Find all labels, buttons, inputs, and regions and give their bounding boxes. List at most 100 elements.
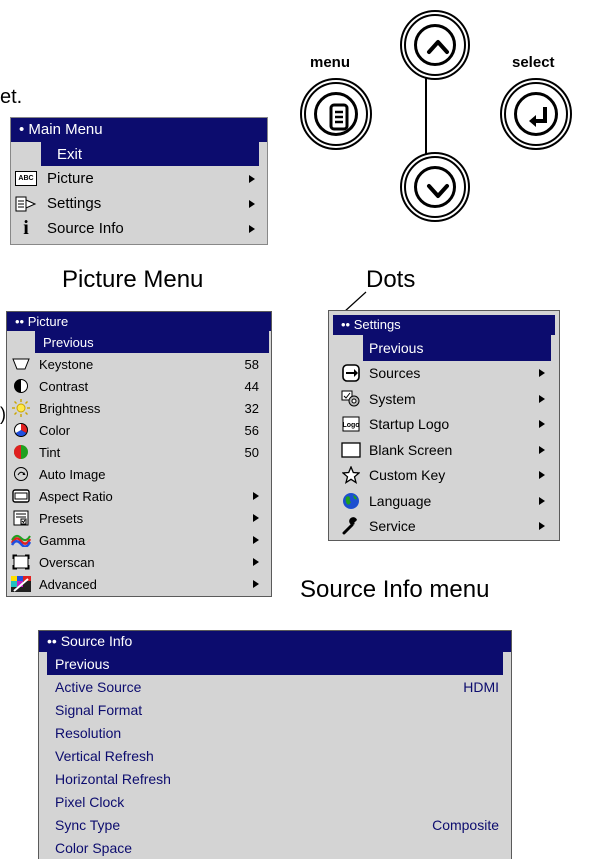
menu-item-value: 50 (244, 444, 259, 460)
up-button[interactable] (400, 10, 470, 80)
menu-item-active-source[interactable]: Active Source HDMI (39, 675, 511, 698)
menu-item-gamma[interactable]: Gamma (7, 529, 271, 551)
menu-item-sources[interactable]: Sources (329, 361, 559, 387)
menu-button[interactable] (300, 78, 372, 150)
menu-item-label: Gamma (39, 532, 86, 548)
up-arrow-icon (414, 24, 456, 66)
down-arrow-icon (414, 166, 456, 208)
source-info-menu: •• Source Info Previous Active Source HDMI… (38, 630, 512, 859)
menu-item-label: Custom Key (369, 467, 446, 484)
keypad: menu select (290, 0, 590, 230)
menu-item-sync-type[interactable]: Sync Type Composite (39, 813, 511, 836)
overscan-icon (11, 554, 31, 570)
menu-item-label: Previous (55, 655, 110, 672)
menu-item-value: HDMI (463, 678, 499, 695)
menu-item-value: 58 (244, 356, 259, 372)
submenu-arrow-icon (249, 174, 255, 183)
menu-item-brightness[interactable]: Brightness 32 (7, 397, 271, 419)
auto-image-icon (11, 466, 31, 482)
brightness-icon (11, 399, 31, 417)
contrast-icon (11, 378, 31, 394)
menu-item-source-info[interactable]: i Source Info (11, 216, 267, 241)
submenu-arrow-icon (249, 224, 255, 233)
menu-item-presets[interactable]: Presets (7, 507, 271, 529)
info-icon: i (23, 217, 29, 239)
menu-item-aspect-ratio[interactable]: Aspect Ratio (7, 485, 271, 507)
menu-item-label: Sync Type (55, 816, 121, 833)
select-button[interactable] (500, 78, 572, 150)
menu-item-label: Tint (39, 444, 61, 460)
menu-item-overscan[interactable]: Overscan (7, 551, 271, 573)
menu-item-picture[interactable]: ABC Picture (11, 166, 267, 191)
menu-item-label: Active Source (55, 678, 142, 695)
menu-item-value: 56 (244, 422, 259, 438)
menu-item-label: Contrast (39, 378, 89, 394)
globe-icon (341, 492, 361, 510)
tint-icon (11, 444, 31, 460)
menu-item-service[interactable]: Service (329, 514, 559, 540)
intro-text-fragment: et. (0, 86, 23, 108)
submenu-arrow-icon (249, 199, 255, 208)
menu-item-value: 44 (244, 378, 259, 394)
menu-item-horizontal-refresh[interactable]: Horizontal Refresh (39, 767, 511, 790)
menu-item-system[interactable]: System (329, 386, 559, 412)
menu-item-color-space[interactable]: Color Space (39, 836, 511, 859)
aspect-ratio-icon (11, 489, 31, 503)
menu-item-color[interactable]: Color 56 (7, 419, 271, 441)
menu-item-vertical-refresh[interactable]: Vertical Refresh (39, 744, 511, 767)
sources-icon (341, 364, 361, 383)
submenu-arrow-icon (539, 394, 545, 403)
logo-icon: Logo (341, 416, 361, 432)
menu-item-label: Previous (369, 339, 424, 356)
menu-item-previous[interactable]: Previous (35, 331, 269, 353)
menu-item-custom-key[interactable]: Custom Key (329, 463, 559, 489)
select-label: select (512, 54, 555, 71)
blank-screen-icon (341, 442, 361, 458)
menu-item-label: Presets (39, 510, 84, 526)
menu-item-tint[interactable]: Tint 50 (7, 441, 271, 463)
menu-item-label: Aspect Ratio (39, 488, 113, 504)
submenu-arrow-icon (253, 514, 259, 522)
submenu-arrow-icon (539, 522, 545, 531)
menu-item-settings[interactable]: Settings (11, 191, 267, 216)
menu-item-pixel-clock[interactable]: Pixel Clock (39, 790, 511, 813)
menu-item-label: Color (39, 422, 71, 438)
menu-item-signal-format[interactable]: Signal Format (39, 698, 511, 721)
menu-item-label: Service (369, 518, 416, 535)
menu-item-label: Picture (47, 170, 94, 187)
submenu-arrow-icon (253, 536, 259, 544)
menu-item-auto-image[interactable]: Auto Image (7, 463, 271, 485)
menu-item-language[interactable]: Language (329, 488, 559, 514)
menu-item-label: Advanced (39, 576, 97, 592)
menu-item-contrast[interactable]: Contrast 44 (7, 375, 271, 397)
submenu-arrow-icon (253, 492, 259, 500)
menu-item-advanced[interactable]: Advanced (7, 573, 271, 595)
star-icon (341, 466, 361, 485)
menu-item-label: Startup Logo (369, 416, 450, 433)
main-menu: • Main Menu Exit ABC Picture Settings i … (10, 117, 268, 245)
menu-item-resolution[interactable]: Resolution (39, 721, 511, 744)
menu-item-previous[interactable]: Previous (363, 335, 551, 361)
submenu-arrow-icon (253, 580, 259, 588)
menu-item-keystone[interactable]: Keystone 58 (7, 353, 271, 375)
menu-item-blank-screen[interactable]: Blank Screen (329, 437, 559, 463)
main-menu-title: • Main Menu (11, 118, 267, 142)
settings-menu: •• Settings Previous Sources System Logo Sta… (328, 310, 560, 541)
menu-item-label: Auto Image (39, 466, 106, 482)
menu-item-label: Blank Screen (369, 441, 453, 458)
wrench-icon (341, 517, 361, 535)
submenu-arrow-icon (539, 369, 545, 378)
menu-item-label: Previous (43, 334, 94, 350)
menu-item-label: Sources (369, 365, 421, 382)
color-icon (11, 422, 31, 438)
menu-item-label: Pixel Clock (55, 793, 125, 810)
enter-icon (514, 92, 558, 136)
menu-item-previous[interactable]: Previous (47, 652, 503, 675)
menu-icon (314, 92, 358, 136)
menu-item-startup-logo[interactable]: Logo Startup Logo (329, 412, 559, 438)
down-button[interactable] (400, 152, 470, 222)
svg-text:Logo: Logo (342, 422, 359, 429)
menu-item-exit[interactable]: Exit (41, 142, 259, 166)
presets-icon (11, 510, 31, 526)
submenu-arrow-icon (253, 558, 259, 566)
